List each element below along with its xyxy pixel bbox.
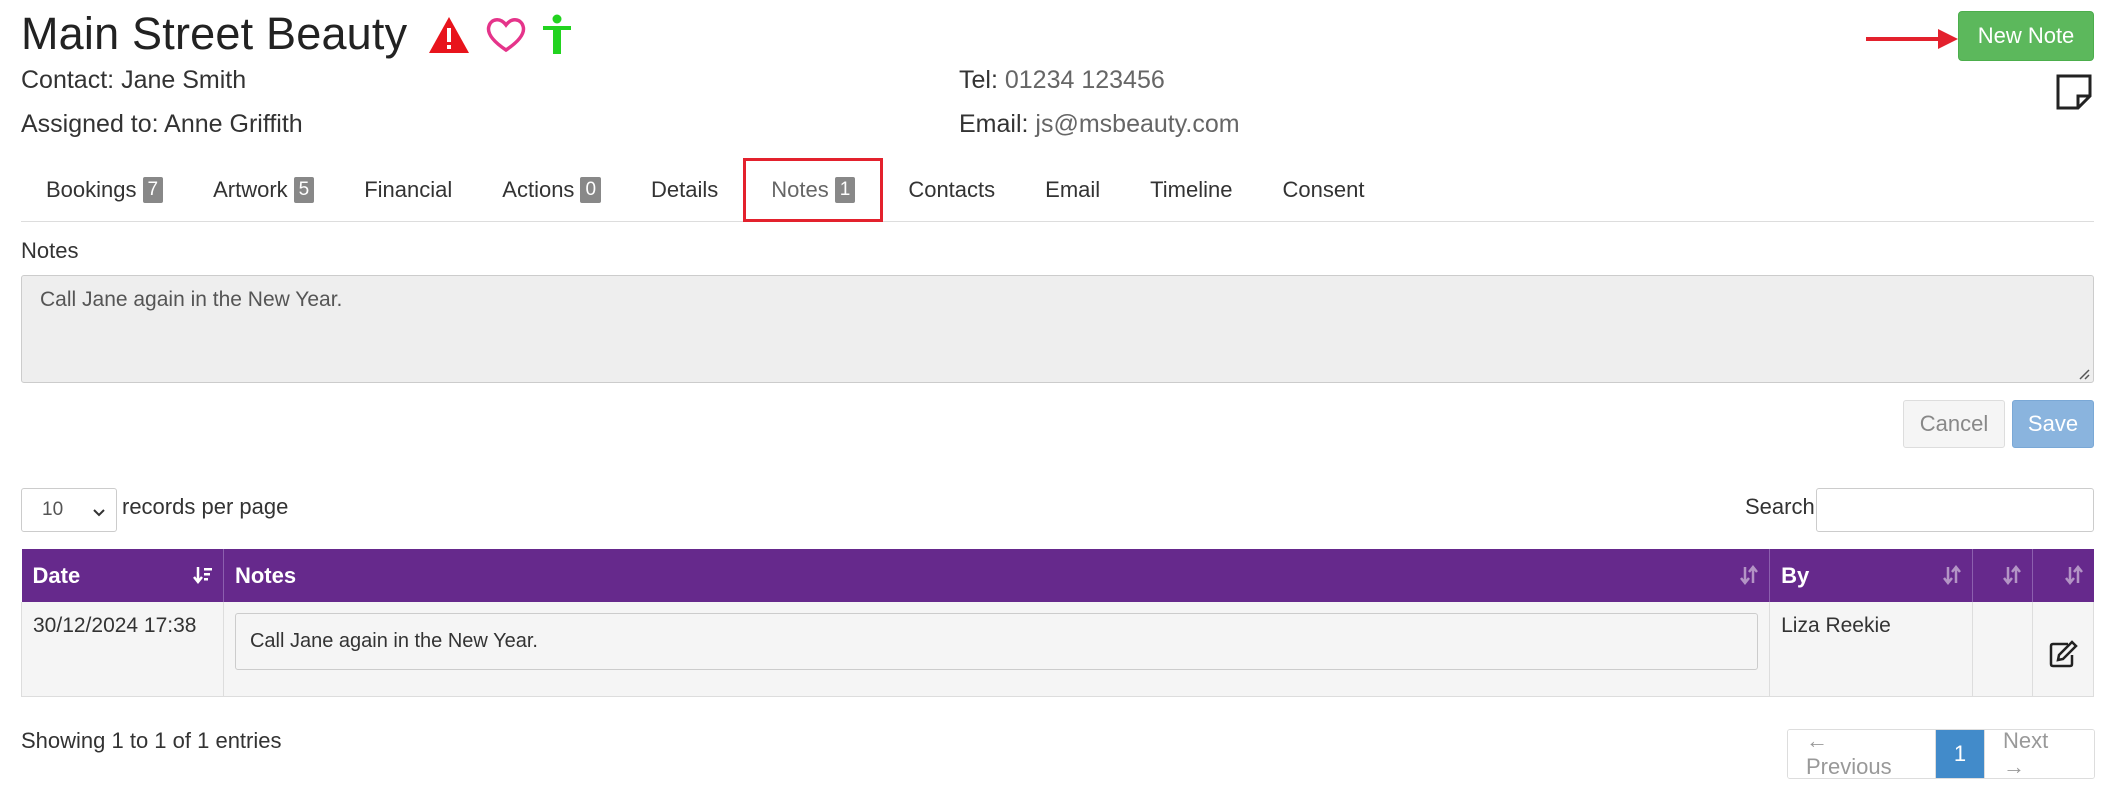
sort-icon (1942, 564, 1962, 591)
tab-contacts[interactable]: Contacts (883, 158, 1020, 221)
save-button[interactable]: Save (2012, 400, 2094, 448)
notes-textarea[interactable]: Call Jane again in the New Year. (21, 275, 2094, 383)
column-label: Date (32, 562, 81, 588)
search-label: Search: (1745, 494, 1821, 519)
tab-label: Consent (1282, 176, 1365, 202)
arrow-icon (1864, 26, 1960, 57)
tab-email[interactable]: Email (1020, 158, 1125, 221)
warning-icon[interactable] (427, 15, 471, 55)
contact-label: Contact: (21, 66, 115, 94)
tab-timeline[interactable]: Timeline (1125, 158, 1257, 221)
page-length-value: 10 (42, 499, 64, 520)
column-header-by[interactable]: By (1769, 549, 1974, 602)
contact-line: Contact: Jane Smith (21, 66, 246, 95)
cancel-button[interactable]: Cancel (1903, 400, 2005, 448)
resize-grip-icon[interactable] (2078, 367, 2090, 385)
tab-notes[interactable]: Notes 1 (743, 158, 884, 222)
cell-notes: Call Jane again in the New Year. (223, 602, 1771, 697)
tab-badge: 5 (293, 176, 315, 203)
notes-table: Date Notes By 30/12/2024 17:38 Call Jane… (21, 549, 2095, 697)
pagination: ← Previous 1 Next → (1787, 729, 2095, 779)
cell-blank (1972, 602, 2033, 697)
tab-label: Contacts (908, 176, 996, 202)
tab-label: Financial (364, 176, 453, 202)
column-header-blank[interactable] (1972, 549, 2033, 602)
tab-consent[interactable]: Consent (1258, 158, 1390, 221)
tab-badge: 7 (142, 176, 164, 203)
tab-actions[interactable]: Actions 0 (477, 158, 626, 221)
tab-label: Actions (502, 176, 575, 202)
email-link[interactable]: js@msbeauty.com (1035, 110, 1239, 138)
sort-icon (1739, 564, 1759, 591)
assigned-line: Assigned to: Anne Griffith (21, 110, 303, 139)
tab-artwork[interactable]: Artwork 5 (188, 158, 339, 221)
assigned-label: Assigned to: (21, 110, 159, 138)
sticky-note-icon[interactable] (2055, 73, 2093, 116)
assigned-name: Anne Griffith (164, 110, 303, 138)
tab-label: Notes (771, 177, 829, 202)
tab-badge: 1 (834, 177, 856, 203)
note-text-box: Call Jane again in the New Year. (234, 613, 1759, 670)
tab-financial[interactable]: Financial (339, 158, 477, 221)
tab-label: Bookings (46, 176, 137, 202)
title-icons (427, 14, 573, 56)
accessibility-icon[interactable] (541, 14, 573, 56)
cell-edit (2032, 602, 2095, 697)
page-1-button[interactable]: 1 (1936, 730, 1984, 778)
cell-date: 30/12/2024 17:38 (21, 602, 224, 697)
search-input[interactable] (1816, 488, 2094, 532)
chevron-down-icon (92, 503, 106, 525)
showing-entries-text: Showing 1 to 1 of 1 entries (21, 728, 282, 753)
sort-desc-icon (192, 565, 213, 591)
tab-label: Email (1045, 176, 1101, 202)
new-note-button[interactable]: New Note (1958, 11, 2094, 61)
email-label: Email: (959, 110, 1029, 138)
previous-page-button[interactable]: ← Previous (1788, 730, 1936, 778)
edit-icon[interactable] (2048, 640, 2078, 674)
column-header-actions[interactable] (2032, 549, 2094, 602)
sort-icon (2064, 564, 2084, 591)
sort-icon (2002, 564, 2022, 591)
column-header-date[interactable]: Date (21, 549, 224, 602)
table-header-row: Date Notes By (21, 549, 2094, 602)
tab-label: Timeline (1150, 176, 1233, 202)
tab-bar: Bookings 7 Artwork 5 Financial Actions 0 De… (21, 158, 2094, 222)
contact-name: Jane Smith (121, 66, 247, 94)
column-label: By (1781, 562, 1810, 588)
cell-by: Liza Reekie (1769, 602, 1974, 697)
notes-label: Notes (21, 238, 79, 263)
email-line: Email: js@msbeauty.com (959, 110, 1240, 139)
table-row: 30/12/2024 17:38 Call Jane again in the … (21, 602, 2095, 697)
tab-badge: 0 (580, 176, 602, 203)
tab-bookings[interactable]: Bookings 7 (21, 158, 188, 221)
page-title: Main Street Beauty (21, 8, 408, 59)
next-page-button[interactable]: Next → (1984, 730, 2094, 778)
tel-link[interactable]: 01234 123456 (1005, 66, 1165, 94)
column-header-notes[interactable]: Notes (223, 549, 1771, 602)
records-per-page-label: records per page (122, 494, 289, 519)
tab-label: Details (651, 176, 719, 202)
tab-label: Artwork (213, 176, 288, 202)
tel-label: Tel: (959, 66, 998, 94)
page-length-select[interactable]: 10 (21, 488, 117, 532)
tab-details[interactable]: Details (626, 158, 743, 221)
tel-line: Tel: 01234 123456 (959, 66, 1165, 95)
title-row: Main Street Beauty (21, 6, 573, 62)
column-label: Notes (234, 562, 297, 588)
heart-icon[interactable] (485, 16, 527, 54)
